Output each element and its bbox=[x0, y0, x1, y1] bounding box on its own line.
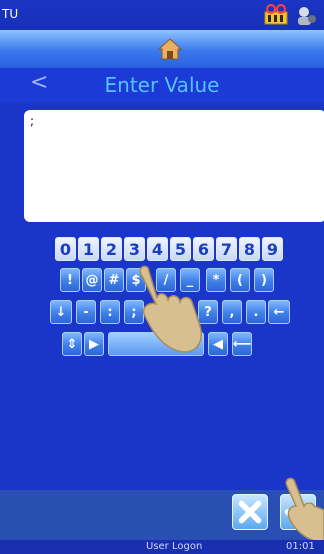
key-comma[interactable]: , bbox=[222, 300, 242, 324]
device-name: TU bbox=[2, 7, 19, 21]
key-9[interactable]: 9 bbox=[262, 237, 283, 261]
key-asterisk[interactable]: * bbox=[206, 268, 226, 292]
close-icon bbox=[238, 500, 262, 524]
user-settings-icon[interactable] bbox=[294, 4, 318, 26]
key-shift[interactable]: ⇕ bbox=[62, 332, 82, 356]
key-5[interactable]: 5 bbox=[170, 237, 191, 261]
key-7[interactable]: 7 bbox=[216, 237, 237, 261]
key-period[interactable]: . bbox=[246, 300, 266, 324]
key-enter[interactable]: ⟵ bbox=[232, 332, 252, 356]
key-hash[interactable]: # bbox=[104, 268, 124, 292]
value-input[interactable]: ; bbox=[24, 110, 324, 222]
home-bar bbox=[0, 30, 324, 68]
page-title: Enter Value bbox=[104, 73, 220, 97]
home-icon[interactable] bbox=[158, 38, 182, 60]
key-4[interactable]: 4 bbox=[147, 237, 168, 261]
key-0[interactable]: 0 bbox=[55, 237, 76, 261]
footer-bar: User Logon 01:01 bbox=[0, 540, 324, 554]
user-logon-label[interactable]: User Logon bbox=[146, 541, 202, 552]
hand-pointer-icon bbox=[285, 477, 324, 542]
key-exclamation[interactable]: ! bbox=[60, 268, 80, 292]
key-2[interactable]: 2 bbox=[101, 237, 122, 261]
key-6[interactable]: 6 bbox=[193, 237, 214, 261]
key-colon[interactable]: : bbox=[100, 300, 120, 324]
key-3[interactable]: 3 bbox=[124, 237, 145, 261]
cancel-button[interactable] bbox=[232, 494, 268, 530]
key-open-paren[interactable]: ( bbox=[230, 268, 250, 292]
key-1[interactable]: 1 bbox=[78, 237, 99, 261]
title-bar: < Enter Value bbox=[0, 68, 324, 102]
key-8[interactable]: 8 bbox=[239, 237, 260, 261]
key-cursor-right[interactable]: ▶ bbox=[84, 332, 104, 356]
key-cursor-left[interactable]: ◀ bbox=[208, 332, 228, 356]
action-bar bbox=[0, 490, 324, 540]
key-down-arrow[interactable]: ↓ bbox=[50, 300, 72, 324]
status-bar: TU bbox=[0, 0, 324, 30]
key-at[interactable]: @ bbox=[82, 268, 102, 292]
printer-status-icon[interactable] bbox=[264, 4, 288, 26]
key-dash[interactable]: - bbox=[76, 300, 96, 324]
clock: 01:01 bbox=[286, 541, 315, 552]
hand-pointer-icon bbox=[139, 265, 202, 353]
key-close-paren[interactable]: ) bbox=[254, 268, 274, 292]
key-backspace[interactable]: ← bbox=[268, 300, 290, 324]
